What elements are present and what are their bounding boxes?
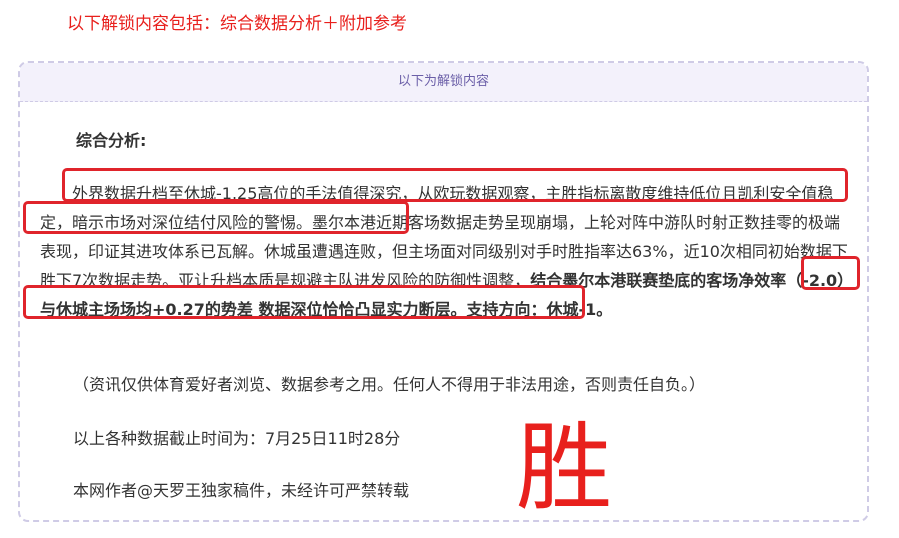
unlock-intro-text: 以下解锁内容包括：综合数据分析＋附加参考 [67,14,407,34]
disclaimer-text: （资讯仅供体育爱好者浏览、数据参考之用。任何人不得用于非法用途，否则责任自负。） [73,375,706,394]
analysis-conclusion-text: 数据深位恰恰凸显实力断层。支持方向：休城-1。 [252,300,613,319]
unlocked-content-header: 以下为解锁内容 [20,63,867,102]
unlocked-content-box: 以下为解锁内容 综合分析: 外界数据升档至休城-1.25高位的手法值得深究，从欧… [18,61,869,522]
copyright-text: 本网作者@天罗王独家稿件，未经许可严禁转载 [73,481,410,500]
win-stamp-character: 胜 [516,412,612,524]
section-title: 综合分析: [76,131,147,150]
analysis-paragraph: 外界数据升档至休城-1.25高位的手法值得深究，从欧玩数据观察，主胜指标离散度维… [40,179,852,324]
cutoff-time-text: 以上各种数据截止时间为：7月25日11时28分 [73,429,401,448]
